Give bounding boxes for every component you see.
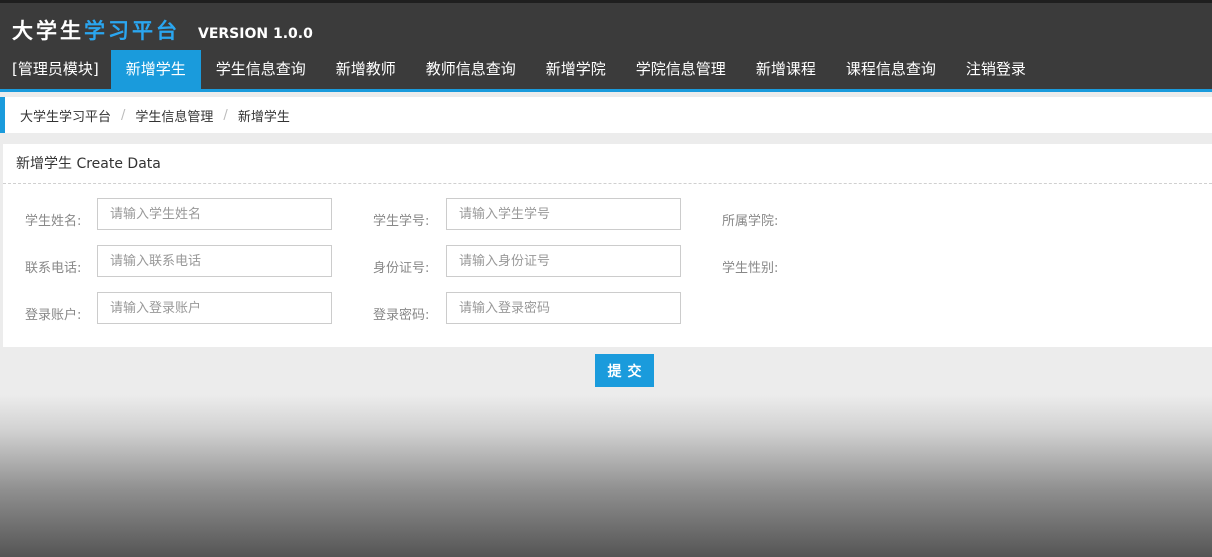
phone-label: 联系电话: (25, 261, 82, 276)
brand-title-part1: 大学生 (12, 19, 84, 43)
breadcrumb: 大学生学习平台 / 学生信息管理 / 新增学生 (0, 97, 1212, 133)
create-student-panel: 新增学生 Create Data 学生姓名: 学生学号: 所属学院: 联系电话:… (3, 144, 1212, 347)
student-no-input[interactable] (446, 198, 681, 230)
main-nav: [管理员模块] 新增学生 学生信息查询 新增教师 教师信息查询 新增学院 学院信… (0, 50, 1212, 92)
account-label: 登录账户: (25, 308, 82, 323)
breadcrumb-item-student-manage[interactable]: 学生信息管理 (135, 106, 213, 125)
name-label: 学生姓名: (25, 214, 82, 229)
breadcrumb-item-home[interactable]: 大学生学习平台 (20, 106, 111, 125)
nav-module-label: [管理员模块] (12, 60, 99, 78)
gender-label: 学生性别: (722, 261, 779, 276)
id-card-input[interactable] (446, 245, 681, 277)
nav-item-add-teacher[interactable]: 新增教师 (321, 50, 411, 89)
nav-item-add-course[interactable]: 新增课程 (741, 50, 831, 89)
id-card-label: 身份证号: (373, 261, 430, 276)
nav-item-add-student[interactable]: 新增学生 (110, 50, 201, 89)
nav-item-logout[interactable]: 注销登录 (951, 50, 1041, 89)
app-header: 大学生 学习平台 VERSION 1.0.0 [管理员模块] 新增学生 学生信息… (0, 0, 1212, 92)
brand-title-part2: 学习平台 (84, 19, 180, 43)
panel-title: 新增学生 Create Data (3, 144, 1212, 184)
brand-logo: 大学生 学习平台 VERSION 1.0.0 (12, 15, 313, 45)
nav-item-college-manage[interactable]: 学院信息管理 (621, 50, 741, 89)
college-label: 所属学院: (722, 214, 779, 229)
nav-item-add-college[interactable]: 新增学院 (531, 50, 621, 89)
password-label: 登录密码: (373, 308, 430, 323)
nav-item-course-query[interactable]: 课程信息查询 (831, 50, 951, 89)
student-name-input[interactable] (97, 198, 332, 230)
breadcrumb-separator: / (121, 107, 126, 123)
password-input[interactable] (446, 292, 681, 324)
nav-item-student-query[interactable]: 学生信息查询 (201, 50, 321, 89)
version-label: VERSION 1.0.0 (198, 26, 313, 42)
account-input[interactable] (97, 292, 332, 324)
phone-input[interactable] (97, 245, 332, 277)
student-no-label: 学生学号: (373, 214, 430, 229)
breadcrumb-separator: / (223, 107, 228, 123)
nav-item-teacher-query[interactable]: 教师信息查询 (411, 50, 531, 89)
breadcrumb-item-current: 新增学生 (237, 109, 290, 125)
submit-button[interactable]: 提交 (595, 354, 654, 387)
